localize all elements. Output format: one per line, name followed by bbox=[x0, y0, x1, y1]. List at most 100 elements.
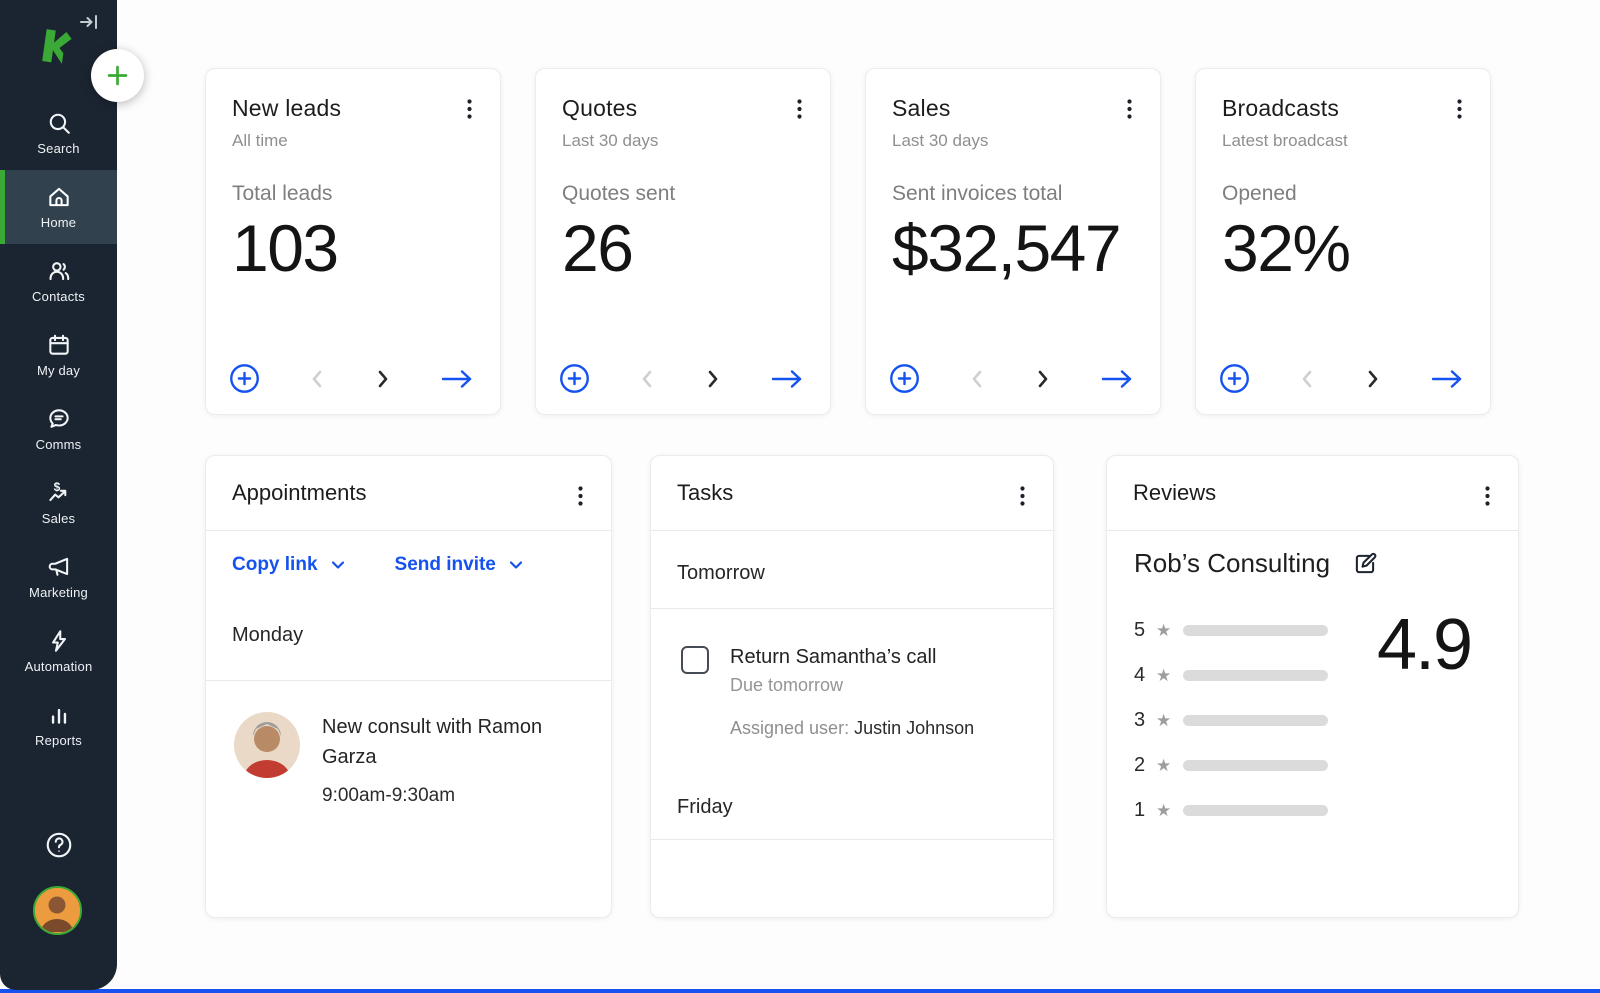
go-to-report-arrow[interactable] bbox=[770, 367, 805, 391]
sidebar-item-automation[interactable]: Automation bbox=[0, 614, 117, 688]
stat-card-new-leads: New leads All time Total leads 103 bbox=[205, 68, 501, 415]
prev-page-chevron[interactable] bbox=[969, 368, 985, 390]
kebab-menu-icon[interactable] bbox=[1012, 482, 1033, 515]
star-icon: ★ bbox=[1156, 711, 1171, 731]
collapse-sidebar-icon bbox=[78, 10, 102, 34]
next-page-chevron[interactable] bbox=[705, 368, 721, 390]
metric-value: 26 bbox=[562, 210, 804, 286]
card-subtitle: Latest broadcast bbox=[1222, 131, 1464, 151]
task-title: Return Samantha’s call bbox=[730, 646, 974, 669]
card-subtitle: Last 30 days bbox=[892, 131, 1134, 151]
kebab-menu-icon[interactable] bbox=[1119, 95, 1140, 128]
sidebar-item-sales[interactable]: $ Sales bbox=[0, 466, 117, 540]
sidebar-item-search[interactable]: Search bbox=[0, 96, 117, 170]
add-plus-icon bbox=[104, 62, 131, 89]
sidebar-item-comms[interactable]: Comms bbox=[0, 392, 117, 466]
task-assigned: Assigned user: Justin Johnson bbox=[730, 718, 974, 739]
send-invite-button[interactable]: Send invite bbox=[395, 554, 525, 576]
kebab-menu-icon[interactable] bbox=[789, 95, 810, 128]
rating-bar bbox=[1183, 805, 1328, 816]
task-checkbox[interactable] bbox=[681, 646, 709, 674]
rating-bar bbox=[1183, 715, 1328, 726]
sidebar-item-marketing[interactable]: Marketing bbox=[0, 540, 117, 614]
average-rating: 4.9 bbox=[1377, 604, 1471, 686]
metric-value: $32,547 bbox=[892, 210, 1134, 286]
prev-page-chevron[interactable] bbox=[1299, 368, 1315, 390]
metric-label: Total leads bbox=[232, 182, 474, 206]
rating-row-3-star: 3 ★ bbox=[1134, 709, 1328, 732]
divider bbox=[651, 839, 1053, 840]
calendar-icon bbox=[46, 332, 72, 358]
reviews-header: Reviews bbox=[1107, 456, 1518, 531]
next-page-chevron[interactable] bbox=[1365, 368, 1381, 390]
kebab-menu-icon[interactable] bbox=[459, 95, 480, 128]
tasks-header: Tasks bbox=[651, 456, 1053, 531]
search-icon bbox=[46, 110, 72, 136]
tasks-panel: Tasks Tomorrow Return Samantha’s call Du… bbox=[650, 455, 1054, 918]
kebab-menu-icon[interactable] bbox=[1477, 482, 1498, 515]
sidebar-item-home[interactable]: Home bbox=[0, 170, 117, 244]
next-page-chevron[interactable] bbox=[375, 368, 391, 390]
rating-row-5-star: 5 ★ bbox=[1134, 619, 1328, 642]
add-record-button[interactable] bbox=[229, 363, 260, 394]
add-record-button[interactable] bbox=[559, 363, 590, 394]
rating-bar bbox=[1183, 760, 1328, 771]
contacts-icon bbox=[46, 258, 72, 284]
card-subtitle: Last 30 days bbox=[562, 131, 804, 151]
copy-link-label: Copy link bbox=[232, 554, 318, 576]
chat-bubble-icon bbox=[46, 406, 72, 432]
sidebar-item-label: Contacts bbox=[32, 289, 85, 304]
rating-label: 1 bbox=[1134, 799, 1154, 822]
copy-link-button[interactable]: Copy link bbox=[232, 554, 347, 576]
star-icon: ★ bbox=[1156, 801, 1171, 821]
go-to-report-arrow[interactable] bbox=[1100, 367, 1135, 391]
card-title: Broadcasts bbox=[1222, 95, 1464, 122]
rating-row-1-star: 1 ★ bbox=[1134, 799, 1328, 822]
sidebar-item-label: Search bbox=[37, 141, 79, 156]
sidebar-item-my-day[interactable]: My day bbox=[0, 318, 117, 392]
sidebar-nav: Search Home Contacts My day bbox=[0, 96, 117, 762]
sidebar-item-label: Reports bbox=[35, 733, 82, 748]
metric-label: Opened bbox=[1222, 182, 1464, 206]
collapse-sidebar-button[interactable] bbox=[78, 10, 102, 34]
reviews-panel: Reviews Rob’s Consulting 5 ★ 4 ★ 3 ★ 2 ★… bbox=[1106, 455, 1519, 918]
card-title: New leads bbox=[232, 95, 474, 122]
add-record-button[interactable] bbox=[1219, 363, 1250, 394]
task-list-item: Return Samantha’s call Due tomorrow Assi… bbox=[681, 646, 974, 739]
prev-page-chevron[interactable] bbox=[309, 368, 325, 390]
divider bbox=[206, 680, 611, 681]
card-subtitle: All time bbox=[232, 131, 474, 151]
megaphone-icon bbox=[46, 554, 72, 580]
prev-page-chevron[interactable] bbox=[639, 368, 655, 390]
rating-label: 2 bbox=[1134, 754, 1154, 777]
star-icon: ★ bbox=[1156, 621, 1171, 641]
chevron-down-icon bbox=[507, 556, 525, 574]
go-to-report-arrow[interactable] bbox=[440, 367, 475, 391]
rating-bar bbox=[1183, 625, 1328, 636]
help-button[interactable] bbox=[0, 830, 117, 860]
task-due: Due tomorrow bbox=[730, 675, 974, 696]
dollar-trend-icon: $ bbox=[46, 480, 72, 506]
stat-card-quotes: Quotes Last 30 days Quotes sent 26 bbox=[535, 68, 831, 415]
user-avatar[interactable] bbox=[33, 886, 82, 935]
appointment-title: New consult with Ramon Garza bbox=[322, 712, 567, 772]
bottom-accent-bar bbox=[0, 989, 1600, 993]
user-avatar-image bbox=[35, 888, 79, 932]
sidebar-item-reports[interactable]: Reports bbox=[0, 688, 117, 762]
next-page-chevron[interactable] bbox=[1035, 368, 1051, 390]
sidebar-item-label: Home bbox=[41, 215, 76, 230]
add-record-button[interactable] bbox=[889, 363, 920, 394]
appointments-panel: Appointments Copy link Send invite Monda… bbox=[205, 455, 612, 918]
go-to-report-arrow[interactable] bbox=[1430, 367, 1465, 391]
edit-business-button[interactable] bbox=[1352, 551, 1378, 577]
appointment-list-item[interactable]: New consult with Ramon Garza 9:00am-9:30… bbox=[234, 712, 567, 807]
quick-add-button[interactable] bbox=[91, 49, 144, 102]
sidebar: Search Home Contacts My day bbox=[0, 0, 117, 990]
rating-label: 5 bbox=[1134, 619, 1154, 642]
tasks-section-header: Tomorrow bbox=[677, 562, 765, 585]
sidebar-item-contacts[interactable]: Contacts bbox=[0, 244, 117, 318]
card-title: Quotes bbox=[562, 95, 804, 122]
appointments-header: Appointments bbox=[206, 456, 611, 531]
kebab-menu-icon[interactable] bbox=[1449, 95, 1470, 128]
kebab-menu-icon[interactable] bbox=[570, 482, 591, 515]
